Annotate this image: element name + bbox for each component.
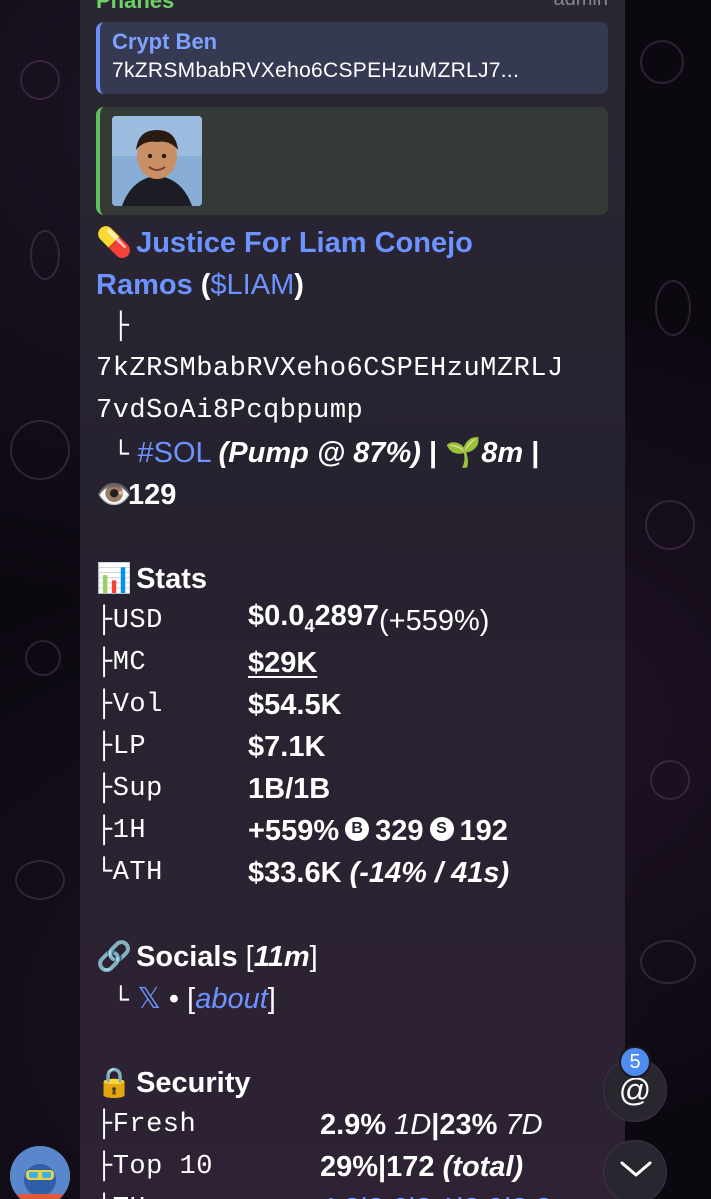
pill-icon: 💊 [96, 227, 133, 259]
pump-status: (Pump @ 87%) [218, 437, 421, 469]
stat-lp: ├LP $7.1K [96, 726, 611, 768]
x-icon[interactable]: 𝕏 [137, 983, 160, 1015]
reply-text: 7kZRSMbabRVXeho6CSPEHzuMZRLJ7... [112, 59, 520, 82]
buys-icon: B [345, 817, 370, 841]
security-th: ├TH 4.3|3.6|3.1|2.9|2.8 [96, 1188, 611, 1199]
sells-icon: S [429, 817, 454, 841]
stat-mc: ├MC $29K [96, 642, 611, 684]
stats-title: Stats [136, 563, 207, 595]
socials-title: Socials [136, 941, 238, 973]
token-title-line2: Ramos ($LIAM) [96, 269, 304, 301]
sprout-icon: 🌱 [445, 437, 482, 469]
usd-change: (+559%) [378, 605, 490, 637]
token-age: 8m [481, 437, 524, 469]
top-holders-links[interactable]: 4.3|3.6|3.1|2.9|2.8 [320, 1188, 552, 1199]
link-preview[interactable] [96, 107, 608, 215]
socials-age: 11m [253, 941, 310, 973]
stats-header: 📊 Stats [96, 558, 611, 600]
sender-name[interactable]: Phanes [96, 0, 174, 14]
token-name-link[interactable]: Justice For Liam Conejo [136, 227, 473, 259]
stat-1h: ├1H +559% B 329 S 192 [96, 810, 611, 852]
socials-links: └ 𝕏 • [about] [112, 983, 276, 1017]
stat-usd: ├USD $0.042897 (+559%) [96, 600, 611, 642]
views-line: 👁️129 [96, 474, 611, 516]
socials-header: 🔗 Socials [11m] [96, 936, 611, 978]
sender-role: admin [554, 0, 608, 11]
stat-ath: └ATH $33.6K (-14% / 41s) [96, 852, 611, 894]
ath-detail: (-14% / 41s) [349, 857, 510, 889]
security-fresh: ├Fresh 2.9% 1D | 23% 7D [96, 1109, 543, 1141]
liquidity-value: $7.1K [248, 731, 326, 763]
supply-value: 1B/1B [248, 773, 331, 805]
stat-label: ├USD [96, 606, 163, 636]
message-header: Phanes admin [96, 0, 608, 14]
preview-thumbnail[interactable] [112, 116, 202, 206]
chain-hashtag[interactable]: #SOL [137, 437, 210, 469]
change-1h: +559% [248, 815, 340, 847]
market-cap-link[interactable]: $29K [248, 642, 317, 684]
token-address-line2[interactable]: 7vdSoAi8Pcqbpump [96, 390, 611, 432]
ticker-link[interactable]: $LIAM [210, 269, 294, 301]
reply-author: Crypt Ben [112, 29, 218, 54]
message-text: 💊 Justice For Liam Conejo Ramos ($LIAM) … [96, 222, 611, 1199]
sell-count: 192 [459, 815, 508, 847]
lock-icon: 🔒 [96, 1067, 133, 1099]
chevron-down-icon [620, 1161, 652, 1177]
mention-count-badge: 5 [619, 1046, 651, 1078]
token-name-link-cont[interactable]: Ramos [96, 269, 193, 301]
chart-icon: 📊 [96, 563, 133, 595]
usd-price: $0.0 [248, 600, 305, 633]
about-link[interactable]: about [195, 983, 268, 1015]
ath-value: $33.6K [248, 857, 342, 889]
stat-sup: ├Sup 1B/1B [96, 768, 611, 810]
security-top10: ├Top 10 29% | 172 (total) [96, 1151, 524, 1183]
link-icon: 🔗 [96, 941, 133, 973]
security-title: Security [136, 1067, 251, 1099]
token-title-line1: 💊 Justice For Liam Conejo [96, 222, 611, 264]
stat-vol: ├Vol $54.5K [96, 684, 611, 726]
scroll-down-button[interactable] [603, 1140, 667, 1199]
token-meta-line: └ #SOL (Pump @ 87%) | 🌱8m | [112, 437, 540, 471]
reply-quote[interactable]: Crypt Ben 7kZRSMbabRVXeho6CSPEHzuMZRLJ7.… [96, 22, 608, 94]
security-header: 🔒 Security [96, 1062, 611, 1104]
eye-icon: 👁️ [96, 479, 133, 511]
view-count: 129 [128, 479, 177, 511]
token-address-line1[interactable]: 7kZRSMbabRVXeho6CSPEHzuMZRLJ [96, 348, 611, 390]
address-branch: ├ [112, 312, 130, 342]
volume-value: $54.5K [248, 689, 342, 721]
sender-avatar[interactable] [10, 1146, 70, 1199]
buy-count: 329 [375, 815, 424, 847]
